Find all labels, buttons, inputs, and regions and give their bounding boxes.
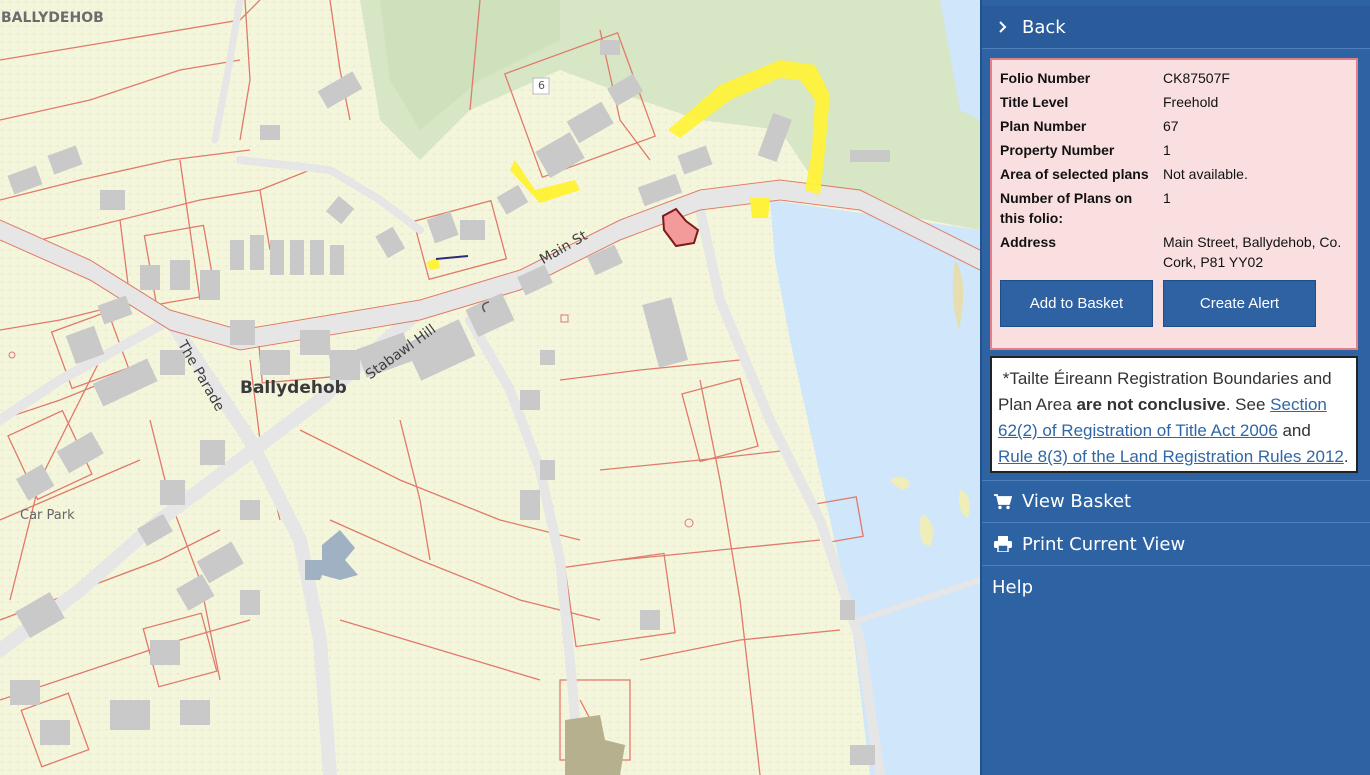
disclaimer-bold: are not conclusive	[1076, 395, 1226, 414]
help-button[interactable]: Help	[982, 566, 1370, 609]
address-key: Address	[1000, 234, 1057, 250]
property-number-value: 1	[1163, 142, 1171, 158]
print-view-button[interactable]: Print Current View	[982, 523, 1370, 566]
disclaimer-box: *Tailte Éireann Registration Boundaries …	[990, 356, 1358, 473]
back-label: Back	[1022, 16, 1066, 38]
property-number-row: Property Number 1	[1000, 140, 1348, 160]
map-label-corner: BALLYDEHOB	[1, 10, 104, 26]
action-buttons: Add to Basket Create Alert	[1000, 280, 1348, 327]
folio-row: Folio Number CK87507F	[1000, 68, 1348, 88]
plan-number-row: Plan Number 67	[1000, 116, 1348, 136]
print-view-label: Print Current View	[1022, 533, 1186, 555]
view-basket-button[interactable]: View Basket	[982, 480, 1370, 523]
property-number-key: Property Number	[1000, 142, 1115, 158]
disclaimer-middle: . See	[1225, 395, 1271, 414]
view-basket-label: View Basket	[1022, 491, 1132, 512]
plan-number-key: Plan Number	[1000, 118, 1087, 134]
address-row: Address Main Street, Ballydehob, Co. Cor…	[1000, 232, 1348, 272]
cart-icon	[992, 493, 1014, 510]
back-button[interactable]: Back	[982, 6, 1370, 49]
title-level-value: Freehold	[1163, 94, 1219, 110]
area-key: Area of selected plans	[1000, 166, 1149, 182]
plans-count-value: 1	[1163, 190, 1171, 206]
plans-count-row: Number of Plans on this folio: 1	[1000, 188, 1348, 228]
add-to-basket-button[interactable]: Add to Basket	[1000, 280, 1153, 327]
map-label-car-park: Car Park	[20, 508, 75, 523]
map-canvas	[0, 0, 980, 775]
plans-count-key: Number of Plans on this folio:	[1000, 190, 1133, 226]
title-level-key: Title Level	[1000, 94, 1069, 110]
folio-key: Folio Number	[1000, 70, 1091, 86]
address-value: Main Street, Ballydehob, Co. Cork, P81 Y…	[1163, 234, 1342, 270]
map-label-house-number: 6	[538, 79, 545, 92]
map-view[interactable]: BALLYDEHOB 6 Ballydehob Main St The Para…	[0, 0, 980, 775]
help-label: Help	[992, 577, 1034, 598]
plan-number-value: 67	[1163, 118, 1179, 134]
disclaimer-suffix: .	[1343, 447, 1349, 466]
create-alert-button[interactable]: Create Alert	[1163, 280, 1316, 327]
area-value: Not available.	[1163, 166, 1248, 182]
rule-8-link[interactable]: Rule 8(3) of the Land Registration Rules…	[998, 447, 1344, 466]
chevron-right-icon	[992, 20, 1014, 34]
printer-icon	[992, 536, 1014, 552]
map-label-town: Ballydehob	[240, 378, 347, 398]
disclaimer-and: and	[1277, 421, 1311, 440]
folio-value: CK87507F	[1163, 70, 1230, 86]
folio-info-box: Folio Number CK87507F Title Level Freeho…	[990, 58, 1358, 350]
title-level-row: Title Level Freehold	[1000, 92, 1348, 112]
area-row: Area of selected plans Not available.	[1000, 164, 1348, 184]
side-panel: Back Folio Number CK87507F Title Level F…	[980, 0, 1370, 775]
